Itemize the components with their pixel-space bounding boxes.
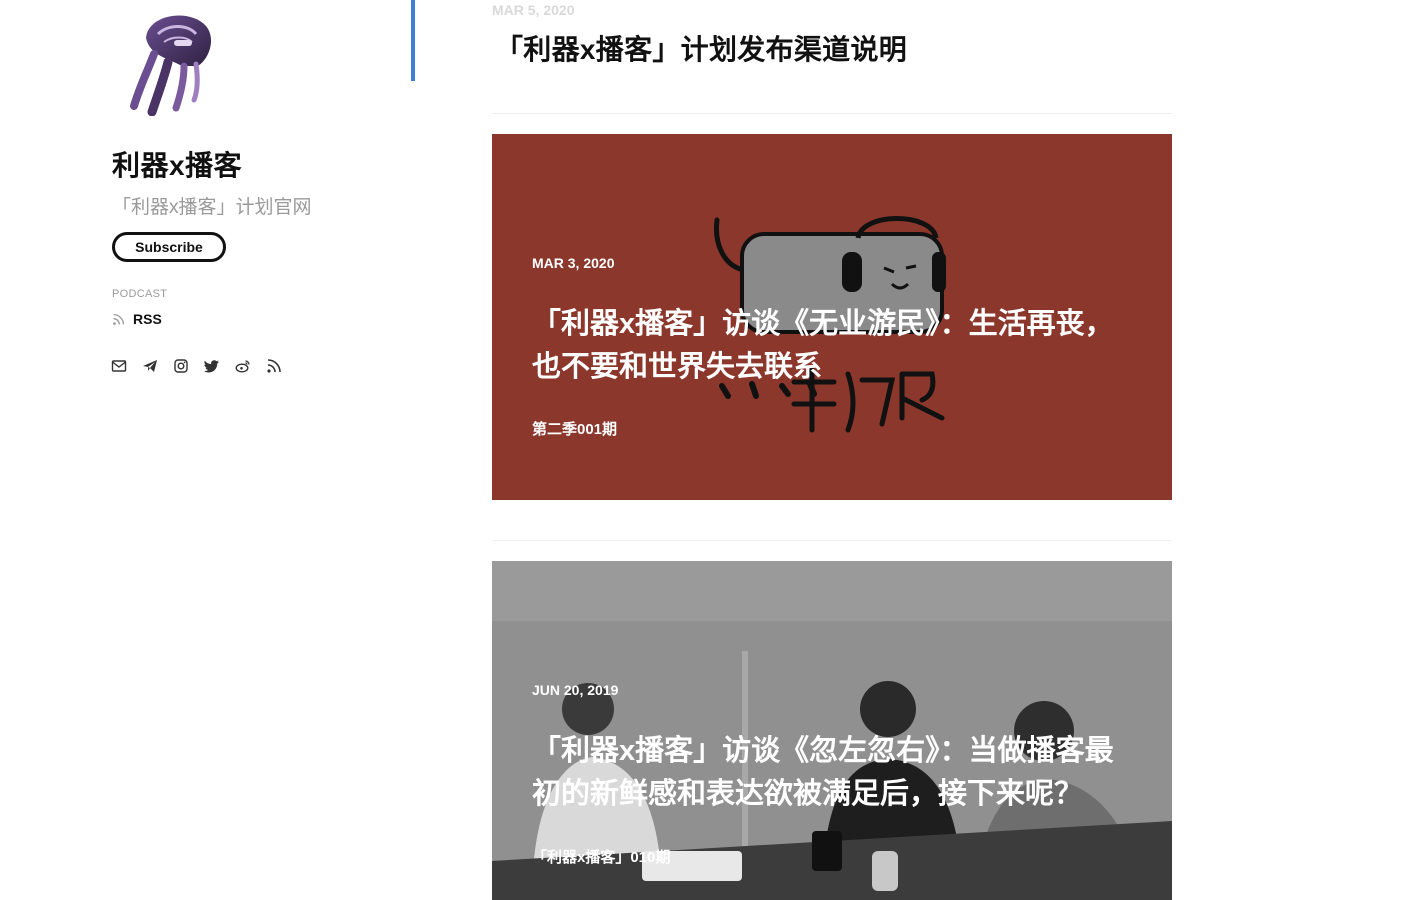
subscribe-button[interactable]: Subscribe [112, 232, 226, 262]
post-title[interactable]: 「利器x播客」访谈《忽左忽右》：当做播客最初的新鲜感和表达欲被满足后，接下来呢？ [532, 730, 1132, 816]
podcast-section-label: PODCAST [112, 288, 168, 300]
weibo-icon [235, 360, 250, 373]
rss-link[interactable]: RSS [112, 311, 162, 327]
post-date: JUN 20, 2019 [532, 682, 619, 698]
post-date: MAR 3, 2020 [532, 255, 615, 271]
site-logo[interactable] [128, 8, 218, 117]
post-title[interactable]: 「利器x播客」访谈《无业游民》：生活再丧，也不要和世界失去联系 [532, 303, 1132, 389]
post-card[interactable]: MAR 3, 2020 「利器x播客」访谈《无业游民》：生活再丧，也不要和世界失… [492, 134, 1172, 500]
twitter-icon [204, 360, 219, 373]
instagram-icon [174, 359, 188, 373]
mail-icon [111, 360, 127, 372]
twitter-link[interactable] [204, 358, 220, 374]
rss-label: RSS [133, 311, 162, 327]
rss-icon [113, 313, 125, 325]
jellyfish-microphone-logo [130, 15, 212, 117]
site-description: 「利器x播客」计划官网 [112, 197, 312, 218]
post-title[interactable]: 「利器x播客」计划发布渠道说明 [495, 28, 907, 68]
rss-social-link[interactable] [266, 358, 282, 374]
mail-link[interactable] [111, 358, 127, 374]
rss-icon [267, 359, 281, 373]
sidebar: 利器x播客 「利器x播客」计划官网 Subscribe PODCAST RSS [0, 0, 420, 900]
post-item[interactable]: MAR 5, 2020 「利器x播客」计划发布渠道说明 [492, 0, 1172, 114]
telegram-icon [143, 360, 157, 372]
post-divider [492, 540, 1172, 541]
episode-tag: 「利器x播客」010期 [532, 849, 671, 866]
active-indicator-bar [411, 0, 415, 81]
post-date: MAR 5, 2020 [492, 2, 575, 18]
site-title[interactable]: 利器x播客 [112, 144, 242, 184]
episode-tag: 第二季001期 [532, 421, 618, 438]
social-links [111, 358, 282, 374]
weibo-link[interactable] [235, 358, 251, 374]
telegram-link[interactable] [142, 358, 158, 374]
post-card[interactable]: JUN 20, 2019 「利器x播客」访谈《忽左忽右》：当做播客最初的新鲜感和… [492, 561, 1172, 900]
instagram-link[interactable] [173, 358, 189, 374]
